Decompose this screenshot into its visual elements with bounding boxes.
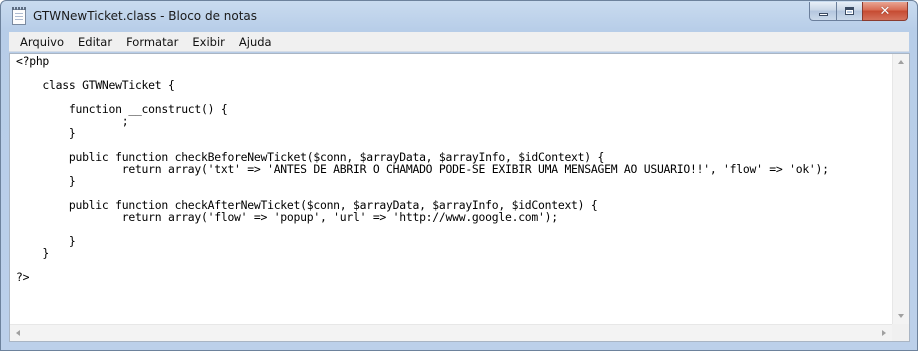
code-text[interactable]: <?php class GTWNewTicket { function __co… — [16, 55, 829, 283]
scroll-left-button[interactable] — [10, 325, 27, 342]
arrow-up-icon — [898, 60, 904, 64]
code-line[interactable]: <?php — [16, 55, 829, 67]
maximize-icon — [845, 7, 854, 15]
close-icon: ✕ — [879, 3, 891, 19]
scroll-right-button[interactable] — [875, 325, 892, 342]
notepad-window: GTWNewTicket.class - Bloco de notas ✕ Ar… — [0, 0, 918, 351]
code-line[interactable]: ; — [16, 115, 829, 127]
code-line[interactable]: function __construct() { — [16, 103, 829, 115]
code-line[interactable]: } — [16, 235, 829, 247]
menu-bar: Arquivo Editar Formatar Exibir Ajuda — [9, 32, 909, 52]
code-line[interactable]: return array('flow' => 'popup', 'url' =>… — [16, 211, 829, 223]
caption-buttons: ✕ — [809, 2, 908, 21]
window-title: GTWNewTicket.class - Bloco de notas — [33, 9, 258, 23]
arrow-right-icon — [882, 330, 886, 336]
editor: <?php class GTWNewTicket { function __co… — [9, 53, 910, 342]
menu-arquivo[interactable]: Arquivo — [9, 32, 71, 52]
code-line[interactable]: } — [16, 127, 829, 139]
menu-editar[interactable]: Editar — [71, 32, 119, 52]
vertical-scrollbar[interactable] — [892, 54, 909, 324]
minimize-icon — [818, 12, 828, 16]
menu-formatar[interactable]: Formatar — [119, 32, 185, 52]
code-line[interactable]: class GTWNewTicket { — [16, 79, 829, 91]
code-line[interactable] — [16, 259, 829, 271]
close-button[interactable]: ✕ — [862, 2, 908, 21]
code-line[interactable]: ?> — [16, 271, 829, 283]
minimize-button[interactable] — [809, 2, 836, 21]
scroll-down-button[interactable] — [893, 307, 910, 324]
menu-exibir[interactable]: Exibir — [185, 32, 232, 52]
notepad-icon[interactable] — [12, 7, 26, 25]
code-line[interactable]: } — [16, 175, 829, 187]
arrow-left-icon — [16, 330, 20, 336]
title-bar[interactable]: GTWNewTicket.class - Bloco de notas ✕ — [1, 1, 917, 32]
menu-ajuda[interactable]: Ajuda — [232, 32, 279, 52]
code-line[interactable]: return array('txt' => 'ANTES DE ABRIR O … — [16, 163, 829, 175]
scroll-up-button[interactable] — [893, 54, 910, 71]
text-area[interactable]: <?php class GTWNewTicket { function __co… — [10, 54, 892, 324]
maximize-button[interactable] — [836, 2, 862, 21]
scrollbar-corner — [892, 324, 909, 341]
arrow-down-icon — [898, 314, 904, 318]
code-line[interactable] — [16, 223, 829, 235]
code-line[interactable]: } — [16, 247, 829, 259]
horizontal-scrollbar[interactable] — [10, 324, 892, 341]
